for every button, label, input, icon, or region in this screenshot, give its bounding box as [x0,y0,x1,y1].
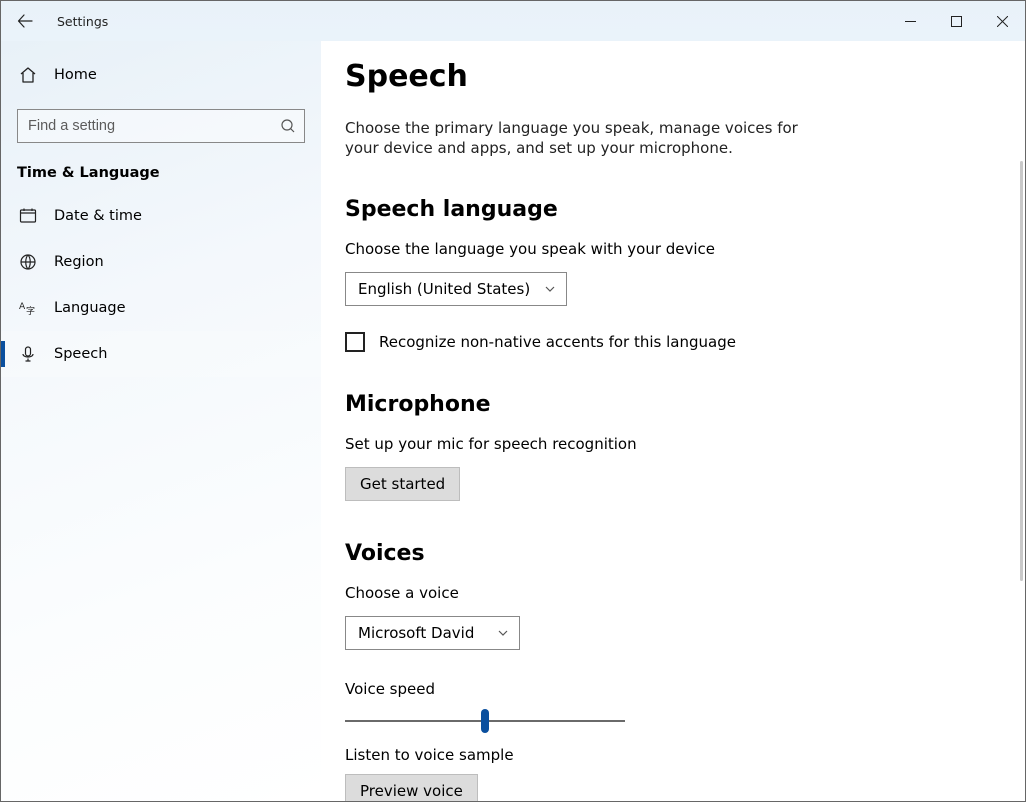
arrow-left-icon [17,13,33,29]
sidebar: Home Time & Language Date & time Region [1,41,321,801]
nav-label: Speech [54,346,107,362]
slider-thumb[interactable] [481,709,489,733]
window-title: Settings [49,14,108,29]
nav-label: Date & time [54,208,142,224]
microphone-sub: Set up your mic for speech recognition [345,435,1025,453]
search-box[interactable] [17,109,305,143]
page-title: Speech [345,59,1025,94]
minimize-button[interactable] [887,1,933,41]
home-nav[interactable]: Home [1,55,321,95]
nav-item-region[interactable]: Region [1,239,321,285]
preview-voice-button[interactable]: Preview voice [345,774,478,802]
section-voices: Voices Choose a voice Microsoft David Vo… [345,541,1025,802]
content-pane: Speech Choose the primary language you s… [321,41,1025,801]
microphone-heading: Microphone [345,392,1025,417]
voice-selected: Microsoft David [358,624,474,642]
minimize-icon [905,16,916,27]
svg-text:字: 字 [26,305,35,317]
nav-item-language[interactable]: A字 Language [1,285,321,331]
get-started-label: Get started [360,475,445,493]
scrollbar[interactable] [1020,161,1023,581]
home-label: Home [54,67,97,83]
choose-voice-label: Choose a voice [345,584,1025,602]
section-speech-language: Speech language Choose the language you … [345,197,1025,352]
speech-language-heading: Speech language [345,197,1025,222]
nav-item-date-time[interactable]: Date & time [1,193,321,239]
maximize-icon [951,16,962,27]
get-started-button[interactable]: Get started [345,467,460,501]
preview-voice-label: Preview voice [360,782,463,800]
close-icon [997,16,1008,27]
speech-language-sub: Choose the language you speak with your … [345,240,1025,258]
voices-heading: Voices [345,541,1025,566]
home-icon [18,66,38,84]
non-native-accents-checkbox[interactable] [345,332,365,352]
nav-item-speech[interactable]: Speech [1,331,321,377]
voice-speed-slider[interactable] [345,712,625,730]
voice-sample-label: Listen to voice sample [345,746,1025,764]
svg-text:A: A [19,302,26,312]
speech-language-selected: English (United States) [358,280,530,298]
calendar-clock-icon [18,207,38,225]
speech-language-dropdown[interactable]: English (United States) [345,272,567,306]
language-icon: A字 [18,299,38,317]
search-input[interactable] [18,110,304,142]
voice-dropdown[interactable]: Microsoft David [345,616,520,650]
nav-label: Region [54,254,104,270]
page-intro: Choose the primary language you speak, m… [345,118,805,159]
globe-icon [18,253,38,271]
search-icon [280,118,296,134]
maximize-button[interactable] [933,1,979,41]
voice-speed-label: Voice speed [345,680,1025,698]
microphone-icon [18,345,38,363]
section-microphone: Microphone Set up your mic for speech re… [345,392,1025,501]
back-button[interactable] [1,1,49,41]
chevron-down-icon [544,283,556,295]
category-header: Time & Language [1,143,321,193]
chevron-down-icon [497,627,509,639]
non-native-accents-label: Recognize non-native accents for this la… [379,333,736,351]
close-button[interactable] [979,1,1025,41]
nav-label: Language [54,300,126,316]
